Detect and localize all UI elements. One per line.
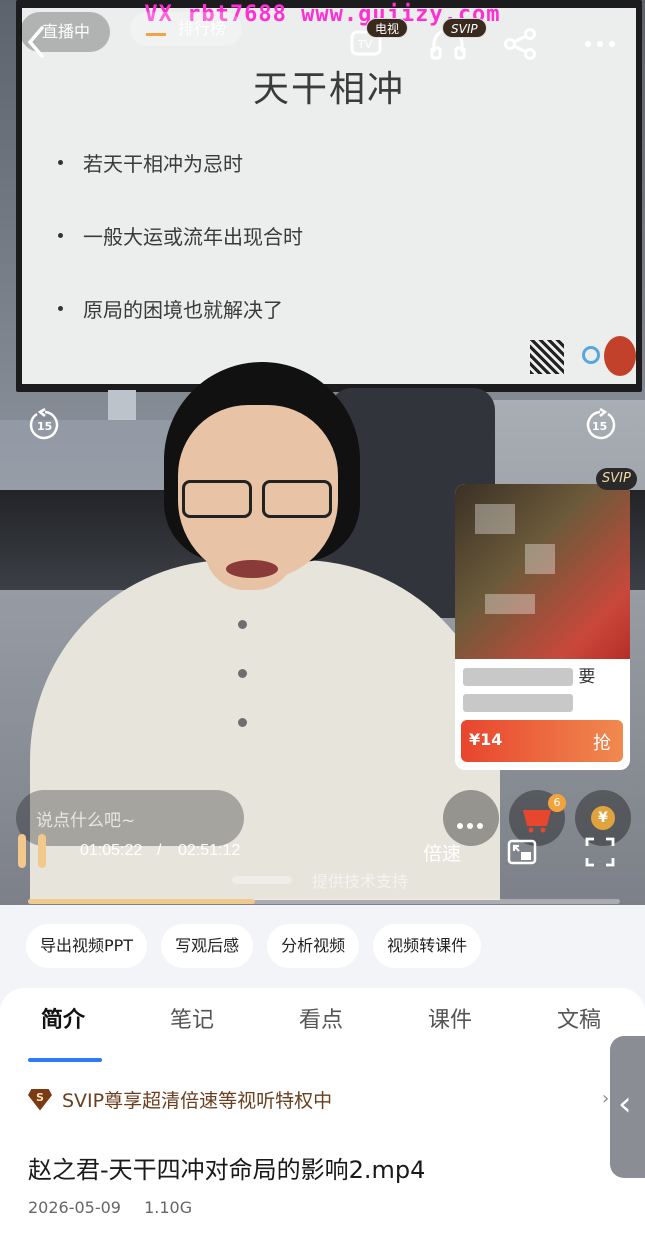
file-size: 1.10G [144, 1198, 193, 1217]
product-card[interactable]: 要 ¥14 抢 [455, 484, 630, 770]
coin-icon: ¥ [591, 806, 615, 830]
more-actions-button[interactable] [443, 790, 499, 846]
share-icon [504, 28, 536, 60]
chevron-left-icon: ‹ [618, 1084, 632, 1124]
rewind-15-icon: 15 [29, 407, 59, 440]
chevron-right-icon[interactable]: › [602, 1088, 609, 1109]
provider-logo [232, 872, 298, 891]
svip-badge: SVIP [442, 18, 487, 38]
tab-bar: 简介 笔记 看点 课件 文稿 [0, 1002, 645, 1062]
slide-bullet: 若天干相冲为忌时 [58, 148, 303, 177]
slide-title: 天干相冲 [252, 69, 405, 110]
presenter-mouth [226, 560, 278, 578]
back-button[interactable] [22, 24, 52, 60]
progress-fill [28, 899, 255, 904]
forward-15-button[interactable]: 15 [583, 407, 617, 442]
share-button[interactable] [500, 24, 542, 64]
export-ppt-button[interactable]: 导出视频PPT [26, 924, 148, 968]
product-title-blurred [463, 694, 573, 712]
total-time: 02:51:12 [178, 842, 241, 859]
product-image [455, 484, 630, 659]
product-title: 要 [463, 664, 623, 716]
presenter-glasses [176, 480, 336, 518]
tv-badge: 电视 [366, 18, 409, 38]
fullscreen-icon [585, 837, 615, 867]
tech-support-text: 提供技术支持 [232, 868, 408, 892]
more-button[interactable] [582, 24, 624, 64]
svg-text:15: 15 [592, 420, 607, 433]
slide-bullets: 若天干相冲为忌时 一般大运或流年出现合时 原局的困境也就解决了 [58, 148, 303, 367]
cart-count-badge: 6 [548, 794, 566, 812]
comment-placeholder: 说点什么吧~ [36, 811, 136, 831]
current-time: 01:05:22 [80, 842, 143, 859]
presentation-screen: 天干相冲 若天干相冲为忌时 一般大运或流年出现合时 原局的困境也就解决了 [16, 0, 642, 392]
svip-diamond-icon: S [28, 1088, 52, 1111]
file-date: 2026-05-09 [28, 1198, 121, 1217]
comment-input[interactable]: 说点什么吧~ [16, 790, 244, 846]
write-review-button[interactable]: 写观后感 [161, 924, 254, 968]
ellipsis-icon [457, 814, 487, 833]
tab-indicator [28, 1058, 102, 1062]
more-icon [585, 41, 615, 47]
action-chips: 导出视频PPT 写观后感 分析视频 视频转课件 [26, 924, 482, 968]
side-drawer-handle[interactable]: ‹ [610, 1036, 645, 1178]
svg-text:15: 15 [37, 420, 52, 433]
pip-icon [507, 839, 537, 865]
fullscreen-button[interactable] [584, 836, 616, 868]
buy-button[interactable]: 抢 [593, 729, 611, 755]
time-separator: / [157, 842, 162, 859]
rewind-15-button[interactable]: 15 [28, 407, 62, 442]
analyze-video-button[interactable]: 分析视频 [267, 924, 360, 968]
svip-banner-text: SVIP尊享超清倍速等视听特权中 [62, 1090, 333, 1112]
file-title: 赵之君-天干四冲对命局的影响2.mp4 [28, 1156, 426, 1184]
video-to-courseware-button[interactable]: 视频转课件 [373, 924, 482, 968]
ranking-button[interactable]: 排行榜 [130, 12, 242, 46]
slide-seal-icon [604, 336, 636, 376]
speed-button[interactable]: 倍速 [423, 839, 461, 866]
pause-button[interactable] [18, 834, 48, 868]
product-title-blurred [463, 668, 573, 686]
product-buy-bar[interactable]: ¥14 抢 [461, 720, 623, 762]
svg-text:TV: TV [357, 38, 373, 51]
progress-bar[interactable] [28, 899, 620, 904]
product-price: ¥14 [469, 730, 503, 749]
info-panel: 简介 笔记 看点 课件 文稿 S SVIP尊享超清倍速等视听特权中 › 赵之君-… [0, 988, 645, 1240]
tab-courseware[interactable]: 课件 [428, 1002, 472, 1034]
tab-notes[interactable]: 笔记 [170, 1002, 214, 1034]
picture-in-picture-button[interactable] [506, 836, 538, 868]
tab-highlights[interactable]: 看点 [299, 1002, 343, 1034]
screen-stand [108, 390, 136, 420]
product-svip-badge: SVIP [596, 468, 637, 490]
ranking-icon [146, 22, 166, 36]
forward-15-icon: 15 [586, 407, 616, 440]
shirt-buttons [238, 620, 248, 727]
video-player[interactable]: 天干相冲 若天干相冲为忌时 一般大运或流年出现合时 原局的困境也就解决了 VX … [0, 0, 645, 905]
qr-code [530, 340, 564, 374]
svip-banner[interactable]: S SVIP尊享超清倍速等视听特权中 [28, 1086, 332, 1113]
slide-bullet: 原局的困境也就解决了 [58, 294, 303, 323]
slide: 天干相冲 若天干相冲为忌时 一般大运或流年出现合时 原局的困境也就解决了 [22, 8, 636, 384]
slide-bullet: 一般大运或流年出现合时 [58, 221, 303, 250]
slide-logo-icon [582, 346, 600, 364]
chevron-left-icon [27, 26, 44, 58]
tab-transcript[interactable]: 文稿 [557, 1002, 601, 1034]
file-meta: 2026-05-09 1.10G [28, 1198, 210, 1217]
tab-intro[interactable]: 简介 [41, 1002, 85, 1034]
